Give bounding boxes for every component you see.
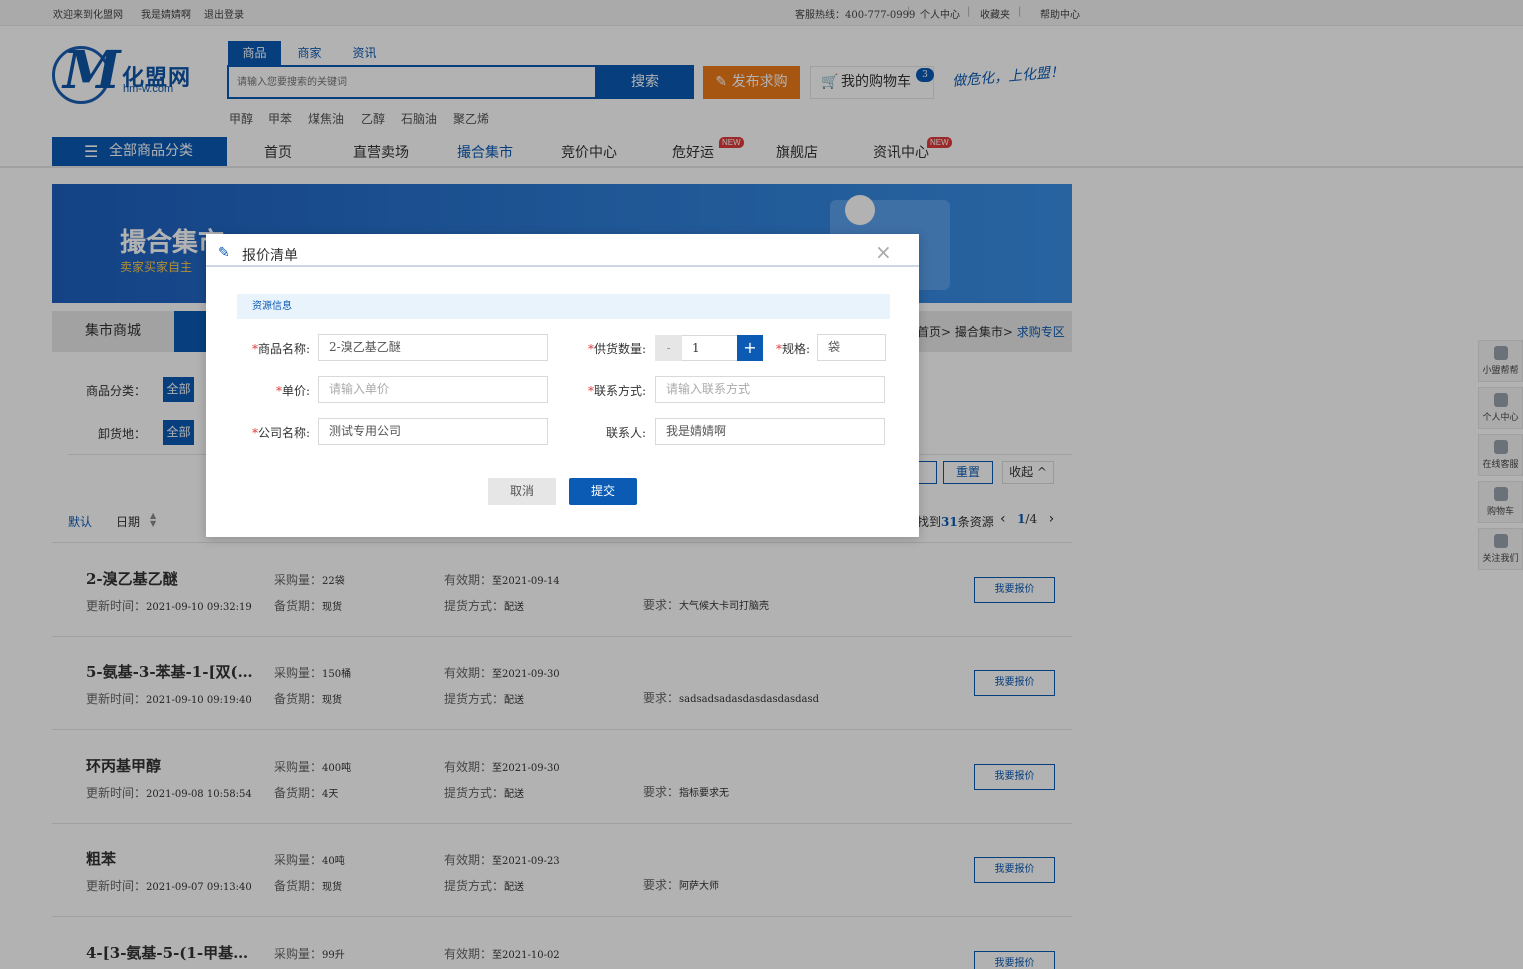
contact-person-field[interactable]: 我是婧婧啊: [655, 418, 885, 445]
product-name-label: *商品名称:: [251, 342, 310, 356]
product-name-field[interactable]: 2-溴乙基乙醚: [318, 334, 548, 361]
company-field[interactable]: 测试专用公司: [318, 418, 548, 445]
modal-header: [206, 234, 919, 267]
supply-qty-label: *供货数量:: [587, 342, 646, 356]
unit-price-input[interactable]: 请输入单价: [318, 376, 548, 403]
qty-increment-button[interactable]: +: [737, 335, 763, 361]
contact-label: *联系方式:: [587, 384, 646, 398]
contact-input[interactable]: 请输入联系方式: [655, 376, 885, 403]
spec-label: *规格:: [775, 342, 810, 356]
resource-info-header: 资源信息: [237, 294, 890, 319]
qty-stepper-input[interactable]: 1: [682, 335, 737, 361]
unit-price-label: *单价:: [275, 384, 310, 398]
contact-person-label: 联系人:: [605, 426, 646, 440]
company-label: *公司名称:: [251, 426, 310, 440]
qty-decrement-button[interactable]: -: [655, 335, 682, 361]
quote-modal: ✎ 报价清单 × 资源信息 *商品名称: 2-溴乙基乙醚 *供货数量: - 1 …: [206, 234, 919, 537]
cancel-button[interactable]: 取消: [488, 478, 556, 505]
pencil-icon: ✎: [218, 245, 230, 261]
close-icon[interactable]: ×: [875, 240, 892, 264]
submit-button[interactable]: 提交: [569, 478, 637, 505]
spec-field[interactable]: 袋: [817, 334, 886, 361]
modal-title: 报价清单: [242, 248, 298, 264]
